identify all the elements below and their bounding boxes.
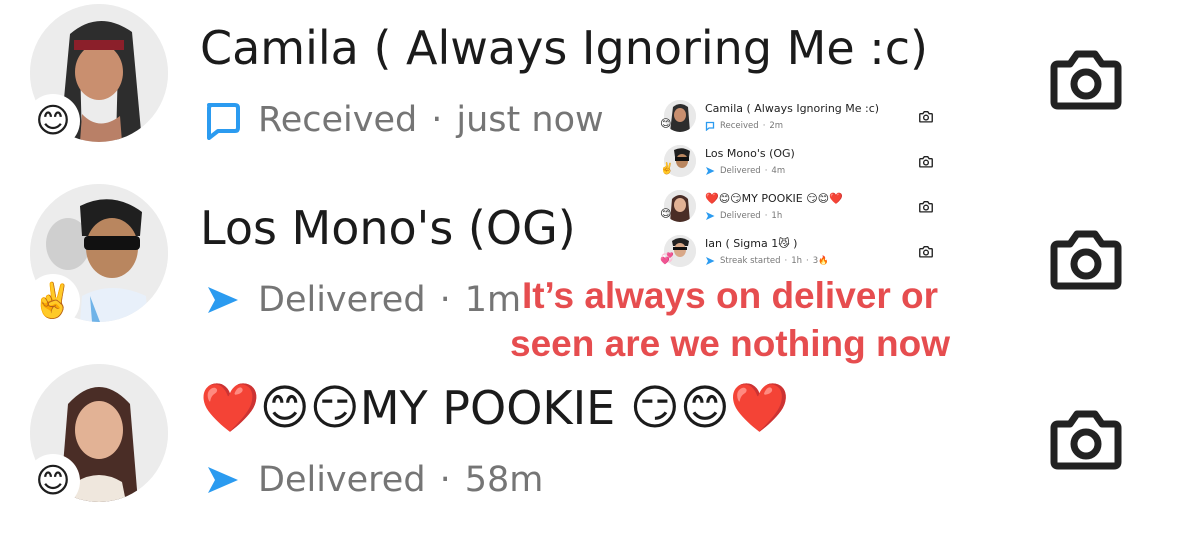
- separator-dot: ·: [784, 256, 788, 266]
- separator-dot: ·: [764, 211, 768, 221]
- camera-icon: [918, 109, 934, 125]
- chat-row[interactable]: 😊 ❤️😊😏MY POOKIE 😏😊❤️ Delivered · 58m: [0, 360, 1180, 540]
- delivered-arrow-icon: [705, 166, 715, 176]
- camera-icon: [918, 154, 934, 170]
- chat-name: Ian ( Sigma 1😼 ): [705, 237, 798, 250]
- status-time: 2m: [769, 121, 784, 131]
- chat-name: Camila ( Always Ignoring Me :c): [705, 102, 880, 115]
- streak-count: 3🔥: [812, 256, 829, 266]
- chat-name[interactable]: ❤️😊😏MY POOKIE 😏😊❤️: [200, 378, 790, 438]
- status-badge: ✌️: [26, 274, 80, 328]
- delivered-arrow-icon: [200, 278, 244, 322]
- status-badge: 😊: [26, 94, 80, 148]
- inset-chat-row: 😊 Camila ( Always Ignoring Me :c) Receiv…: [656, 94, 948, 139]
- camera-icon: [918, 244, 934, 260]
- chat-name[interactable]: Camila ( Always Ignoring Me :c): [200, 18, 928, 78]
- status-text: Streak started: [720, 256, 781, 266]
- chat-name: Los Mono's (OG): [705, 147, 795, 160]
- received-chat-icon: [705, 121, 715, 131]
- separator-dot: ·: [762, 121, 766, 131]
- status-time: 58m: [464, 460, 544, 500]
- separator-dot: ·: [806, 256, 809, 266]
- chat-status: Received · 2m: [705, 121, 783, 131]
- chat-name: ❤️😊😏MY POOKIE 😏😊❤️: [705, 192, 843, 205]
- chat-status: Delivered · 1m: [200, 275, 521, 325]
- status-text: Delivered: [720, 211, 761, 221]
- status-text: Delivered: [720, 166, 761, 176]
- separator-dot: ·: [439, 280, 451, 320]
- separator-dot: ·: [439, 460, 451, 500]
- chat-row[interactable]: 😊 Camila ( Always Ignoring Me :c) Receiv…: [0, 0, 1180, 180]
- status-badge: 💞: [660, 252, 674, 265]
- separator-dot: ·: [431, 100, 443, 140]
- status-text: Delivered: [258, 280, 426, 320]
- chat-name[interactable]: Los Mono's (OG): [200, 198, 576, 258]
- status-text: Received: [258, 100, 418, 140]
- name-emoji-prefix: ❤️😊😏: [200, 380, 360, 436]
- camera-icon[interactable]: [1050, 40, 1122, 122]
- status-badge: 😊: [660, 207, 672, 220]
- chat-status: Delivered · 58m: [200, 455, 543, 505]
- status-time: 4m: [771, 166, 786, 176]
- status-time: 1h: [791, 256, 803, 266]
- inset-chat-row: ✌️ Los Mono's (OG) Delivered · 4m: [656, 139, 948, 184]
- separator-dot: ·: [764, 166, 768, 176]
- inset-chat-row: 💞 Ian ( Sigma 1😼 ) Streak started · 1h ·…: [656, 229, 948, 274]
- status-time: just now: [456, 100, 604, 140]
- delivered-arrow-icon: [705, 211, 715, 221]
- chat-status: Received · just now: [200, 95, 604, 145]
- name-text: MY POOKIE: [359, 381, 630, 435]
- chat-status: Streak started · 1h · 3🔥: [705, 256, 829, 266]
- status-badge: 😊: [26, 454, 80, 508]
- delivered-arrow-icon: [200, 458, 244, 502]
- inset-screenshot: 😊 Camila ( Always Ignoring Me :c) Receiv…: [656, 94, 948, 276]
- chat-status: Delivered · 1h: [705, 211, 782, 221]
- camera-icon[interactable]: [1050, 220, 1122, 302]
- delivered-arrow-icon: [705, 256, 715, 266]
- chat-status: Delivered · 4m: [705, 166, 785, 176]
- received-chat-icon: [200, 98, 244, 142]
- status-time: 1h: [771, 211, 783, 221]
- status-badge: 😊: [660, 117, 672, 130]
- status-badge: ✌️: [660, 162, 674, 175]
- camera-icon[interactable]: [1050, 400, 1122, 482]
- name-emoji-suffix: 😏😊❤️: [629, 380, 790, 436]
- status-text: Received: [720, 121, 759, 131]
- status-text: Delivered: [258, 460, 426, 500]
- camera-icon: [918, 199, 934, 215]
- inset-chat-row: 😊 ❤️😊😏MY POOKIE 😏😊❤️ Delivered · 1h: [656, 184, 948, 229]
- overlay-caption: It’s always on deliver or seen are we no…: [510, 275, 950, 364]
